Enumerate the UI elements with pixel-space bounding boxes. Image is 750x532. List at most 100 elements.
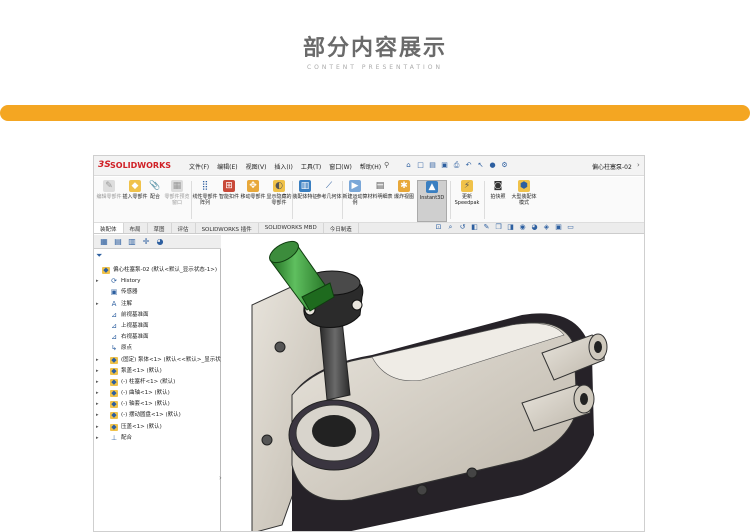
move-part-icon: ✥ xyxy=(247,180,259,192)
filter-icon[interactable]: ⏷ xyxy=(96,251,102,261)
dimxpert-icon[interactable]: ✛ xyxy=(140,237,152,247)
print-icon[interactable]: ⎙ xyxy=(452,161,461,170)
ribbon-button-speedpak[interactable]: ⚡ 更新Speedpak xyxy=(452,180,482,222)
previous-view-icon[interactable]: ↺ xyxy=(458,222,467,232)
annotation-icon: A xyxy=(111,299,117,308)
tree-item[interactable]: ↳ 原点 xyxy=(94,343,221,354)
hide-show-icon[interactable]: ◉ xyxy=(518,222,527,232)
options-icon[interactable]: ⚙ xyxy=(500,161,509,170)
part-icon: ◆ xyxy=(110,377,118,386)
ribbon-button-smart-fastener[interactable]: ⊞ 智能扣件 xyxy=(216,180,242,222)
save-icon[interactable]: ▣ xyxy=(440,161,449,170)
property-icon[interactable]: ▤ xyxy=(112,237,124,247)
menu-help[interactable]: 帮助(H) xyxy=(360,162,381,171)
zoom-area-icon[interactable]: ⌕ xyxy=(446,222,455,232)
pump-model xyxy=(251,240,608,531)
menu-view[interactable]: 视图(V) xyxy=(246,162,267,171)
tree-item-label: 泵盖<1> (默认) xyxy=(121,367,162,374)
tree-item[interactable]: ▸ ◆ (-) 柱塞杆<1> (默认) xyxy=(94,377,221,388)
view-orientation-icon[interactable]: ❒ xyxy=(494,222,503,232)
tree-item[interactable]: ⊿ 前视基准面 xyxy=(94,310,221,321)
tree-item[interactable]: ▸ ◆ (-) 轴套<1> (默认) xyxy=(94,399,221,410)
tab-layout[interactable]: 布局 xyxy=(124,223,148,233)
ribbon-button-large-assembly[interactable]: ⬢ 大型装配体模式 xyxy=(510,180,538,222)
expand-arrow-icon[interactable]: ▸ xyxy=(96,355,99,366)
menu-edit[interactable]: 编辑(E) xyxy=(217,162,237,171)
ribbon-button-mate[interactable]: 📎 配合 xyxy=(146,180,164,222)
monitor-icon[interactable]: ▭ xyxy=(566,222,575,232)
ribbon-button-bom[interactable]: ▤ 材料明细表 xyxy=(367,180,393,222)
expand-arrow-icon[interactable]: ▸ xyxy=(96,366,99,377)
select-icon[interactable]: ↖ xyxy=(476,161,485,170)
tree-item[interactable]: ▸ A 注解 xyxy=(94,299,221,310)
graphics-area[interactable] xyxy=(222,235,644,531)
expand-arrow-icon[interactable]: ▸ xyxy=(96,399,99,410)
expand-arrow-icon[interactable]: ▸ xyxy=(96,276,99,287)
tree-item[interactable]: ⊿ 上视基准面 xyxy=(94,321,221,332)
tree-item[interactable]: ◆ 偏心柱塞泵-02 (默认<默认_显示状态-1>) xyxy=(94,265,221,276)
open-icon[interactable]: ▤ xyxy=(428,161,437,170)
ribbon-button-linear-pattern[interactable]: ⣿ 线性零部件阵列 xyxy=(192,180,218,222)
tab-evaluate[interactable]: 评估 xyxy=(172,223,196,233)
ribbon-button-motion-study[interactable]: ▶ 新建运动算例 xyxy=(342,180,368,222)
display-icon[interactable]: ◕ xyxy=(154,237,166,247)
tab-assembly[interactable]: 装配体 xyxy=(94,223,124,233)
edit-appearance-icon[interactable]: ◕ xyxy=(530,222,539,232)
part-icon: ◆ xyxy=(110,389,118,398)
tree-item[interactable]: ▸ ◆ 压盖<1> (默认) xyxy=(94,422,221,433)
solidworks-window: 3S SOLIDWORKS 文件(F) 编辑(E) 视图(V) 插入(I) 工具… xyxy=(93,155,645,532)
new-icon[interactable]: □ xyxy=(416,161,425,170)
tab-manufacturing[interactable]: 今日制造 xyxy=(324,223,359,233)
quick-access-toolbar: ⌂ □ ▤ ▣ ⎙ ↶ ↖ ● ⚙ xyxy=(404,161,509,170)
tree-item[interactable]: ▸ ◆ 泵盖<1> (默认) xyxy=(94,366,221,377)
config-icon[interactable]: ▥ xyxy=(126,237,138,247)
tab-addins[interactable]: SOLIDWORKS 插件 xyxy=(196,223,259,233)
tree-item[interactable]: ▸ ◆ (固定) 泵体<1> (默认<<默认>_显示状态 xyxy=(94,355,221,366)
ribbon-button-snapshot[interactable]: ◙ 拍快照 xyxy=(485,180,511,222)
ribbon-button-insert-part[interactable]: ◆ 插入零部件 xyxy=(122,180,148,222)
menu-insert[interactable]: 插入(I) xyxy=(274,162,292,171)
expand-arrow-icon[interactable]: ▸ xyxy=(96,299,99,310)
ribbon-button-instant3d[interactable]: ▲ Instant3D xyxy=(417,180,447,222)
tree-item-label: 注解 xyxy=(121,300,133,307)
ribbon-button-move-part[interactable]: ✥ 移动零部件 xyxy=(240,180,266,222)
tree-item[interactable]: ▣ 传感器 xyxy=(94,287,221,298)
menu-window[interactable]: 窗口(W) xyxy=(329,162,352,171)
assembly-feature-icon: ▥ xyxy=(299,180,311,192)
feature-tree-icon[interactable]: ▦ xyxy=(98,237,110,247)
zoom-fit-icon[interactable]: ⊡ xyxy=(434,222,443,232)
rebuild-icon[interactable]: ● xyxy=(488,161,497,170)
expand-arrow-icon[interactable]: ▸ xyxy=(96,433,99,444)
tab-mbd[interactable]: SOLIDWORKS MBD xyxy=(259,223,324,233)
section-view-icon[interactable]: ◧ xyxy=(470,222,479,232)
ribbon-button-edit-part[interactable]: ✎ 编辑零部件 xyxy=(96,180,122,222)
explode-icon: ✱ xyxy=(398,180,410,192)
expand-arrow-icon[interactable]: ▸ xyxy=(96,422,99,433)
view-toolbar: ⊡ ⌕ ↺ ◧ ✎ ❒ ◨ ◉ ◕ ◈ ▣ ▭ xyxy=(434,222,575,232)
ribbon-button-assembly-feature[interactable]: ▥ 装配体特征 xyxy=(292,180,318,222)
view-settings-icon[interactable]: ▣ xyxy=(554,222,563,232)
ribbon-button-reference-geometry[interactable]: ⟋ 参考几何体 xyxy=(316,180,342,222)
expand-arrow-icon[interactable]: ▸ xyxy=(96,388,99,399)
tree-item[interactable]: ▸ ⊥ 配合 xyxy=(94,433,221,444)
tab-sketch[interactable]: 草图 xyxy=(148,223,172,233)
pin-icon[interactable]: ⚲ xyxy=(384,161,389,169)
home-icon[interactable]: ⌂ xyxy=(404,161,413,170)
ribbon-button-show-hidden[interactable]: ◐ 显示隐藏的零部件 xyxy=(266,180,292,222)
tree-item-label: 上视基准面 xyxy=(121,322,149,329)
tree-item[interactable]: ⊿ 右视基准面 xyxy=(94,332,221,343)
chevron-right-icon[interactable]: › xyxy=(637,161,640,169)
tree-item[interactable]: ▸ ◆ (-) 摆动圆盘<1> (默认) xyxy=(94,410,221,421)
scene-icon[interactable]: ◈ xyxy=(542,222,551,232)
menu-file[interactable]: 文件(F) xyxy=(189,162,209,171)
expand-arrow-icon[interactable]: ▸ xyxy=(96,410,99,421)
expand-arrow-icon[interactable]: ▸ xyxy=(96,377,99,388)
dynamic-annotation-icon[interactable]: ✎ xyxy=(482,222,491,232)
undo-icon[interactable]: ↶ xyxy=(464,161,473,170)
ribbon-button-preview[interactable]: ▦ 零部件预览窗口 xyxy=(164,180,190,222)
menu-tools[interactable]: 工具(T) xyxy=(301,162,321,171)
ribbon-button-explode[interactable]: ✱ 爆炸视图 xyxy=(391,180,417,222)
tree-item[interactable]: ▸ ⟳ History xyxy=(94,276,221,287)
tree-item[interactable]: ▸ ◆ (-) 曲轴<1> (默认) xyxy=(94,388,221,399)
display-style-icon[interactable]: ◨ xyxy=(506,222,515,232)
